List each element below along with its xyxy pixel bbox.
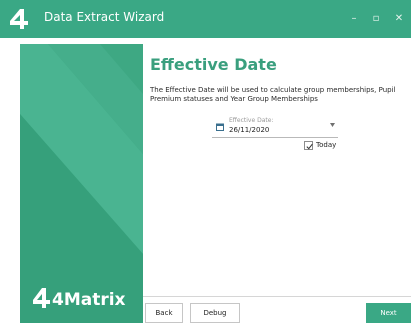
today-checkbox-box[interactable] [304,141,313,150]
debug-button[interactable]: Debug [190,303,240,323]
wizard-window: Data Extract Wizard – ▫ ✕ 4Matrix Effect… [0,0,411,323]
sidebar-panel: 4Matrix [20,44,143,323]
page-description: The Effective Date will be used to calcu… [150,86,396,103]
maximize-button[interactable]: ▫ [369,12,383,26]
footer-divider [143,296,411,297]
4matrix-logo: 4Matrix [33,288,126,309]
today-label: Today [316,141,337,149]
title-bar[interactable]: Data Extract Wizard – ▫ ✕ [0,0,411,38]
effective-date-value[interactable]: 26/11/2020 [229,126,269,135]
effective-date-label: Effective Date: [229,117,274,124]
page-title: Effective Date [150,55,277,74]
sidebar-arrow-graphic [20,44,143,323]
calendar-icon [216,123,224,131]
next-button[interactable]: Next [366,303,411,323]
window-title: Data Extract Wizard [44,10,165,24]
checkmark-icon [306,143,313,150]
chevron-down-icon[interactable] [330,123,335,127]
app-logo-icon [10,9,28,29]
effective-date-picker[interactable]: Effective Date: 26/11/2020 [212,114,338,138]
minimize-button[interactable]: – [347,12,361,26]
close-button[interactable]: ✕ [392,12,406,26]
brand-name: 4Matrix [52,290,126,309]
back-button[interactable]: Back [145,303,183,323]
